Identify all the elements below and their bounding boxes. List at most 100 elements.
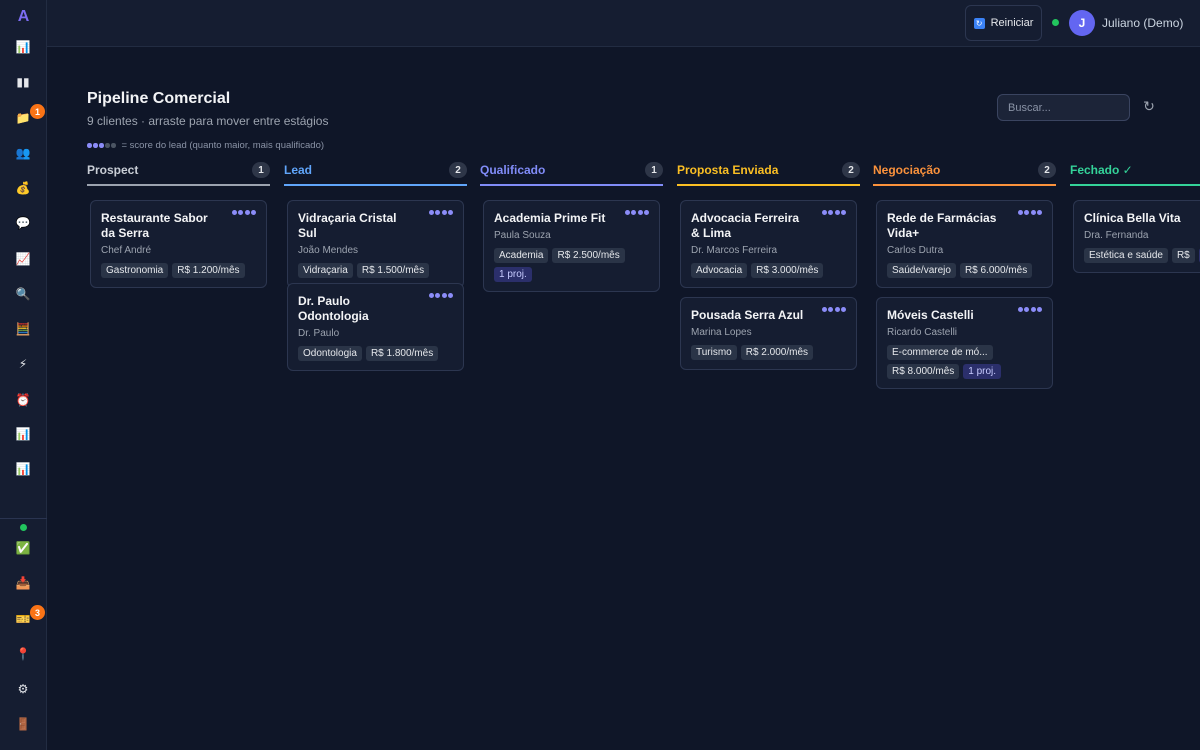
column-title: Lead xyxy=(284,163,313,177)
money-bag-icon[interactable]: 💰 xyxy=(13,178,33,198)
client-contact: Dra. Fernanda xyxy=(1084,230,1149,241)
lightning-icon-glyph: ⚡ xyxy=(18,357,28,371)
pipeline-column: Prospect 1 Restaurante Sabor da Serra Chef … xyxy=(87,158,270,288)
restart-icon: ↻ xyxy=(973,17,985,29)
online-status-dot xyxy=(1052,19,1059,26)
card-tag: Turismo xyxy=(691,345,737,360)
lightning-icon[interactable]: ⚡ xyxy=(13,354,33,374)
checkbox-icon-glyph: ✅ xyxy=(15,541,31,555)
calculator-icon-glyph: 🧮 xyxy=(15,322,31,336)
card-tag: Vidraçaria xyxy=(298,263,353,278)
card-tag: Saúde/varejo xyxy=(887,263,956,278)
client-contact: Marina Lopes xyxy=(691,327,752,338)
card-tag: R$ 1.500/mês xyxy=(356,263,430,278)
door-icon[interactable]: 🚪 xyxy=(13,714,33,734)
client-contact: Paula Souza xyxy=(494,230,551,241)
column-count-badge: 2 xyxy=(842,162,860,178)
client-card[interactable]: Clínica Bella Vita Dra. Fernanda Estética … xyxy=(1073,200,1200,273)
search-input[interactable] xyxy=(997,94,1130,121)
notification-badge: 1 xyxy=(30,104,45,119)
sidebar-divider xyxy=(0,518,47,519)
card-tag: R$ 1.800/mês xyxy=(365,346,439,361)
kanban-board-icon-glyph: ▮▮ xyxy=(16,75,30,89)
card-tag: Academia xyxy=(494,248,549,263)
column-title: Qualificado xyxy=(480,163,546,177)
card-tags: E-commerce de mó... R$ 8.000/mês 1 proj. xyxy=(887,345,1042,379)
client-contact: Dr. Paulo xyxy=(298,328,340,339)
lead-score-icon xyxy=(821,307,846,312)
app-logo[interactable]: A xyxy=(0,8,47,30)
kanban-board-icon[interactable]: ▮▮ xyxy=(13,72,33,92)
alarm-clock-icon[interactable]: ⏰ xyxy=(13,390,33,410)
pipeline-column: Fechado ✓ Clínica Bella Vita Dra. Fernanda… xyxy=(1070,158,1200,273)
bar-chart-icon-glyph: 📊 xyxy=(15,40,31,54)
trend-chart-icon[interactable]: 📈 xyxy=(13,249,33,269)
checkbox-icon[interactable]: ✅ xyxy=(13,538,33,558)
card-tags: Turismo R$ 2.000/mês xyxy=(691,345,846,360)
card-tag: R$ 3.000/mês xyxy=(751,263,824,278)
card-tags: Estética e saúdeR$1 proj. xyxy=(1084,248,1200,263)
client-card[interactable]: Móveis Castelli Ricardo Castelli E-commerc… xyxy=(876,297,1053,389)
client-name: Vidraçaria Cristal Sul xyxy=(298,211,397,240)
restart-button[interactable]: ↻ Reiniciar xyxy=(965,5,1042,41)
sidebar: A 📊 ▮▮ 📁 1 👥 💰 💬 📈 🔍 🧮 ⚡ ⏰ 📊 📊 ✅ 📥 🎫 3 📍 ⚙ 🚪 xyxy=(0,0,47,750)
client-name: Dr. Paulo Odontologia xyxy=(298,294,369,323)
card-tag: Advocacia xyxy=(691,263,748,278)
pipeline-column: Negociação 2 Rede de Farmácias Vida+ Carlos… xyxy=(873,158,1056,389)
card-tags: Odontologia R$ 1.800/mês xyxy=(298,346,453,361)
magnifier-icon-glyph: 🔍 xyxy=(15,287,31,301)
client-card[interactable]: Restaurante Sabor da Serra Chef André Gast… xyxy=(90,200,267,288)
avatar[interactable]: J xyxy=(1069,10,1095,36)
client-card[interactable]: Dr. Paulo Odontologia Dr. Paulo Odontologi… xyxy=(287,283,464,371)
topbar: ↻ Reiniciar J Juliano (Demo) xyxy=(47,0,1200,47)
column-header: Proposta Enviada 2 xyxy=(677,158,860,186)
inbox-icon[interactable]: 📥 xyxy=(13,573,33,593)
column-header: Qualificado 1 xyxy=(480,158,663,186)
card-tag: R$ 2.000/mês xyxy=(740,345,814,360)
column-header: Lead 2 xyxy=(284,158,467,186)
restart-label: Reiniciar xyxy=(990,17,1034,29)
bar-chart-icon[interactable]: 📊 xyxy=(13,37,33,57)
score-legend: = score do lead (quanto maior, mais qual… xyxy=(87,140,324,151)
column-title: Prospect xyxy=(87,163,139,177)
column-header: Fechado ✓ xyxy=(1070,158,1200,186)
client-card[interactable]: Academia Prime Fit Paula Souza Academia R$ … xyxy=(483,200,660,292)
card-tag: R$ xyxy=(1171,248,1195,263)
inbox-icon-glyph: 📥 xyxy=(15,576,31,590)
analytics-chart-icon[interactable]: 📊 xyxy=(13,459,33,479)
users-icon-glyph: 👥 xyxy=(15,146,31,160)
report-chart-icon[interactable]: 📊 xyxy=(13,424,33,444)
client-contact: Ricardo Castelli xyxy=(887,327,958,338)
client-card[interactable]: Rede de Farmácias Vida+ Carlos Dutra Saúde… xyxy=(876,200,1053,288)
lead-score-icon xyxy=(1017,210,1042,215)
project-count-tag: 1 proj. xyxy=(494,267,532,282)
column-title: Proposta Enviada xyxy=(677,163,779,177)
user-name[interactable]: Juliano (Demo) xyxy=(1102,16,1183,30)
users-icon[interactable]: 👥 xyxy=(13,143,33,163)
client-contact: Carlos Dutra xyxy=(887,245,944,256)
magnifier-icon[interactable]: 🔍 xyxy=(13,284,33,304)
refresh-icon[interactable]: ↻ xyxy=(1141,99,1157,115)
column-count-badge: 2 xyxy=(1038,162,1056,178)
client-card[interactable]: Pousada Serra Azul Marina Lopes Turismo R$ … xyxy=(680,297,857,370)
page-subtitle: 9 clientes · arraste para mover entre es… xyxy=(87,114,329,128)
lead-score-icon xyxy=(428,293,453,298)
pipeline-column: Qualificado 1 Academia Prime Fit Paula Souz… xyxy=(480,158,663,292)
report-chart-icon-glyph: 📊 xyxy=(15,427,31,441)
card-tag: Gastronomia xyxy=(101,263,169,278)
pin-icon[interactable]: 📍 xyxy=(13,644,33,664)
column-header: Prospect 1 xyxy=(87,158,270,186)
card-tag: Odontologia xyxy=(298,346,362,361)
gear-icon[interactable]: ⚙ xyxy=(13,679,33,699)
column-title: Negociação xyxy=(873,163,941,177)
card-tags: Academia R$ 2.500/mês 1 proj. xyxy=(494,248,649,282)
client-card[interactable]: Advocacia Ferreira & Lima Dr. Marcos Ferr… xyxy=(680,200,857,288)
client-contact: João Mendes xyxy=(298,245,359,256)
folder-icon-glyph: 📁 xyxy=(15,111,31,125)
calculator-icon[interactable]: 🧮 xyxy=(13,319,33,339)
chat-icon[interactable]: 💬 xyxy=(13,213,33,233)
client-card[interactable]: Vidraçaria Cristal Sul João Mendes Vidraça… xyxy=(287,200,464,288)
card-tag: Estética e saúde xyxy=(1084,248,1168,263)
notification-badge: 3 xyxy=(30,605,45,620)
card-tags: Gastronomia R$ 1.200/mês xyxy=(101,263,256,278)
